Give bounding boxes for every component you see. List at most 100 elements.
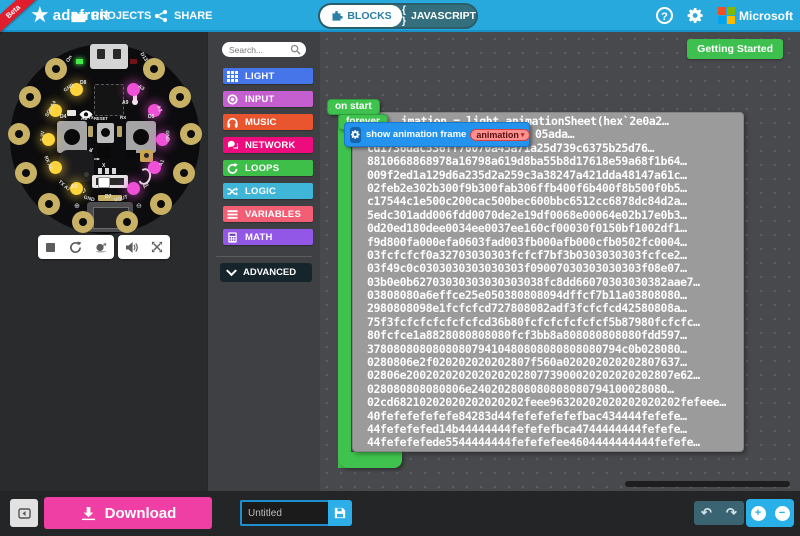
pad-3-3v[interactable] [8, 123, 30, 145]
code-line: 02cd68210202020202020202feee963202020202… [353, 396, 743, 409]
category-label: LOGIC [245, 186, 276, 197]
pad-a0[interactable] [150, 193, 172, 215]
chevron-down-icon [226, 269, 237, 277]
save-button[interactable] [328, 500, 352, 526]
pad-scl-a4[interactable] [19, 86, 41, 108]
shuffle-icon [227, 185, 241, 198]
redo-button[interactable]: ↷ [719, 501, 744, 525]
toolbox-category-network[interactable]: NETWORK [223, 137, 313, 153]
share-icon [154, 9, 168, 23]
project-name-input[interactable] [240, 500, 328, 526]
toolbox-category-logic[interactable]: LOGIC [223, 183, 313, 199]
pad-vout[interactable] [116, 211, 138, 233]
plus-mark: ⊕ [74, 202, 80, 210]
code-line: 03808080a6effce25e050380808094dffcf7b11a… [353, 289, 743, 302]
projects-label: PROJECTS [92, 10, 151, 22]
javascript-gray-block[interactable]: imation = light.animationSheet(hex`2e0a2… [352, 112, 744, 452]
on-start-block[interactable]: on start [327, 99, 380, 115]
blocks-workspace[interactable]: Getting Started on start forever imation… [320, 32, 800, 491]
power-led [76, 59, 83, 64]
toolbox-category-light[interactable]: LIGHT [223, 68, 313, 84]
ir-sensor [67, 110, 76, 116]
download-icon [80, 506, 97, 521]
toolbox-category-loops[interactable]: LOOPS [223, 160, 313, 176]
toolbox-category-music[interactable]: MUSIC [223, 114, 313, 130]
list-icon [227, 208, 241, 221]
getting-started-button[interactable]: Getting Started [687, 39, 783, 59]
microsoft-logo: Microsoft [718, 7, 793, 24]
code-line: 378080808080808079410480808080808080794c… [353, 343, 743, 356]
share-button[interactable]: SHARE [146, 0, 221, 32]
forever-block-arm[interactable] [338, 114, 351, 468]
fullscreen-button[interactable] [146, 236, 168, 258]
pad-a2[interactable] [169, 86, 191, 108]
simulator-controls-group-2 [118, 235, 170, 259]
code-line: 40fefefefefefe84283d44fefefefefefbac4344… [353, 410, 743, 423]
projects-button[interactable]: PROJECTS [62, 0, 159, 32]
switch-pins [98, 168, 116, 174]
code-line: 009f2ed1a129d6a235d2a259c3a38247a421dda4… [353, 169, 743, 182]
project-name-group [240, 500, 352, 526]
resistor [117, 126, 122, 137]
search-input[interactable] [227, 44, 290, 56]
horizontal-scrollbar[interactable] [625, 481, 790, 487]
toolbox-category-math[interactable]: MATH [223, 229, 313, 245]
show-animation-frame-block[interactable]: show animation frame animation▾ [344, 122, 530, 147]
download-button[interactable]: Download [44, 497, 212, 529]
pad-a1[interactable] [173, 162, 195, 184]
javascript-label: JAVASCRIPT [411, 10, 476, 22]
toolbox-category-variables[interactable]: VARIABLES [223, 206, 313, 222]
music-note-icon: ♪ [82, 185, 87, 195]
undo-button[interactable]: ↶ [694, 501, 719, 525]
category-label: LOOPS [245, 163, 279, 174]
toolbox-divider [216, 256, 312, 257]
calculator-icon [227, 231, 241, 244]
code-line: 02806e2002020202020202028077390002020202… [353, 369, 743, 382]
help-button[interactable]: ? [656, 7, 673, 24]
restart-button[interactable] [65, 236, 87, 258]
share-label: SHARE [174, 10, 213, 22]
code-line: 44fefefefede5544444444fefefefee460444444… [353, 436, 743, 449]
save-icon [334, 507, 346, 519]
variable-dropdown[interactable]: animation▾ [470, 129, 530, 141]
code-line: c17544c1e500c200cac500bec600bbc6512cc687… [353, 195, 743, 208]
loop-icon [227, 162, 241, 175]
pad-rx-a6[interactable] [15, 162, 37, 184]
zoom-in-button[interactable]: + [751, 506, 766, 521]
tab-blocks[interactable]: BLOCKS [320, 5, 402, 27]
pad-gnd[interactable] [72, 211, 94, 233]
pad-gnd[interactable] [180, 123, 202, 145]
settings-button[interactable] [686, 6, 705, 25]
toolbox-category-input[interactable]: INPUT [223, 91, 313, 107]
code-line: f9d800fa000efa0603fad003fb000afb000cfb05… [353, 236, 743, 249]
tab-javascript[interactable]: { } JAVASCRIPT [402, 5, 476, 27]
stop-button[interactable] [40, 236, 62, 258]
zoom-out-button[interactable]: − [775, 506, 790, 521]
show-animation-frame-label: show animation frame [366, 129, 466, 140]
button-a[interactable] [57, 121, 87, 153]
a8-label: A8 [81, 116, 87, 122]
toolbox-category-advanced[interactable]: ADVANCED [220, 263, 312, 282]
pad-gnd[interactable] [45, 58, 67, 80]
slide-switch[interactable] [92, 175, 128, 188]
gear-icon[interactable] [350, 127, 361, 143]
pad-label: 3.3V [40, 130, 47, 141]
y-axis-label: Y [90, 148, 93, 154]
pad-label: A2 [155, 105, 163, 114]
collapse-simulator-button[interactable] [10, 499, 38, 527]
pad-tx-a7[interactable] [38, 193, 60, 215]
gray-block-code: imation = light.animationSheet(hex`2e0a2… [353, 115, 743, 450]
undo-redo-group: ↶ ↷ [694, 501, 744, 525]
slow-mo-button[interactable] [90, 236, 112, 258]
reset-button[interactable] [97, 123, 114, 143]
mute-button[interactable] [120, 236, 142, 258]
editor-toggle: BLOCKS { } JAVASCRIPT [318, 3, 478, 29]
simulator-panel: On D13 D8 A8 A9 D4 D5 RESET TX RX Y X [0, 32, 207, 491]
a9-label: A9 [122, 100, 128, 106]
button-b[interactable] [126, 121, 156, 153]
speaker-component [59, 150, 94, 182]
forever-block-foot[interactable] [338, 452, 402, 468]
code-line: 80fcfce1a8828080808080fcf3bb8a8080808080… [353, 329, 743, 342]
code-line: 5edc301add006fdd0070de2e19df0068e00064e0… [353, 209, 743, 222]
pad-a3[interactable] [143, 58, 165, 80]
